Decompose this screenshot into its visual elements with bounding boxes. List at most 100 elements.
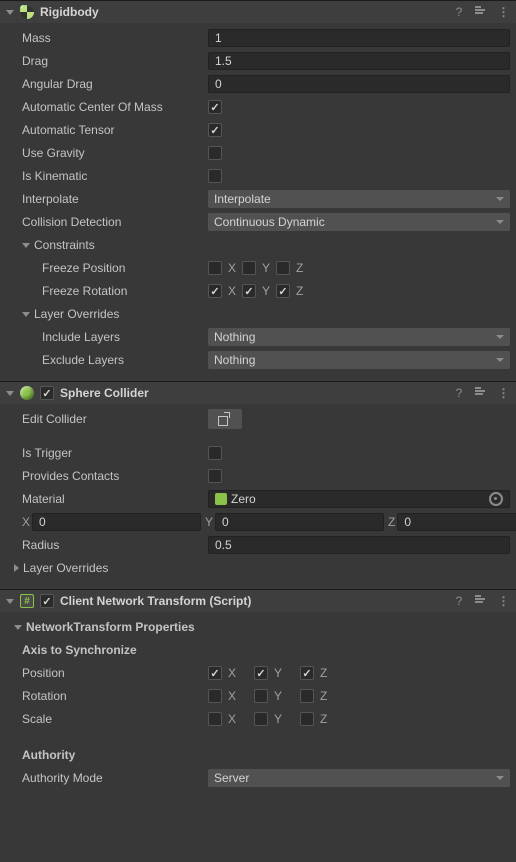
component-title: Rigidbody	[40, 5, 446, 19]
radius-label: Radius	[6, 538, 208, 552]
freeze-rot-y-checkbox[interactable]	[242, 284, 256, 298]
constraints-group[interactable]: Constraints	[6, 238, 208, 252]
rigidbody-body: Mass Drag Angular Drag Automatic Center …	[0, 23, 516, 381]
fold-icon	[14, 625, 22, 630]
drag-label: Drag	[6, 54, 208, 68]
rot-x-checkbox[interactable]	[208, 689, 222, 703]
context-menu-icon[interactable]: ⋮	[496, 386, 510, 400]
client-network-transform-header[interactable]: Client Network Transform (Script) ? ⋮	[0, 590, 516, 612]
fold-icon[interactable]	[6, 391, 14, 396]
component-enabled-checkbox[interactable]	[40, 386, 54, 400]
fold-icon[interactable]	[6, 10, 14, 15]
authority-mode-label: Authority Mode	[6, 771, 208, 785]
is-kinematic-label: Is Kinematic	[6, 169, 208, 183]
freeze-rot-z-checkbox[interactable]	[276, 284, 290, 298]
is-trigger-label: Is Trigger	[6, 446, 208, 460]
client-network-transform-body: NetworkTransform Properties Axis to Sync…	[0, 612, 516, 799]
freeze-pos-y-checkbox[interactable]	[242, 261, 256, 275]
include-layers-dropdown[interactable]: Nothing	[208, 328, 510, 346]
collision-detection-label: Collision Detection	[6, 215, 208, 229]
axis-sync-header: Axis to Synchronize	[6, 643, 208, 657]
network-transform-props-group[interactable]: NetworkTransform Properties	[6, 620, 208, 634]
component-enabled-checkbox[interactable]	[40, 594, 54, 608]
fold-icon	[22, 312, 30, 317]
scale-label: Scale	[6, 712, 208, 726]
interpolate-label: Interpolate	[6, 192, 208, 206]
auto-center-mass-checkbox[interactable]	[208, 100, 222, 114]
authority-header: Authority	[6, 748, 208, 762]
sphere-collider-icon	[20, 386, 34, 400]
sphere-collider-component: Sphere Collider ? ⋮ Edit Collider Is Tri…	[0, 381, 516, 589]
authority-mode-dropdown[interactable]: Server	[208, 769, 510, 787]
presets-icon[interactable]	[474, 5, 488, 19]
presets-icon[interactable]	[474, 386, 488, 400]
include-layers-label: Include Layers	[6, 330, 208, 344]
script-icon	[20, 594, 34, 608]
exclude-layers-dropdown[interactable]: Nothing	[208, 351, 510, 369]
drag-input[interactable]	[208, 52, 510, 70]
sphere-collider-header[interactable]: Sphere Collider ? ⋮	[0, 382, 516, 404]
is-kinematic-checkbox[interactable]	[208, 169, 222, 183]
auto-tensor-checkbox[interactable]	[208, 123, 222, 137]
scale-x-checkbox[interactable]	[208, 712, 222, 726]
position-label: Position	[6, 666, 208, 680]
provides-contacts-checkbox[interactable]	[208, 469, 222, 483]
component-title: Client Network Transform (Script)	[60, 594, 446, 608]
client-network-transform-component: Client Network Transform (Script) ? ⋮ Ne…	[0, 589, 516, 799]
rot-z-checkbox[interactable]	[300, 689, 314, 703]
use-gravity-label: Use Gravity	[6, 146, 208, 160]
edit-collider-button[interactable]	[208, 409, 242, 429]
physics-material-icon	[215, 493, 227, 505]
center-x-input[interactable]	[32, 513, 201, 531]
scale-z-checkbox[interactable]	[300, 712, 314, 726]
scale-y-checkbox[interactable]	[254, 712, 268, 726]
center-y-input[interactable]	[215, 513, 384, 531]
mass-label: Mass	[6, 31, 208, 45]
sphere-collider-body: Edit Collider Is Trigger Provides Contac…	[0, 404, 516, 589]
edit-collider-icon	[218, 412, 232, 426]
center-label: Center	[6, 515, 22, 529]
fold-icon[interactable]	[6, 599, 14, 604]
freeze-pos-x-checkbox[interactable]	[208, 261, 222, 275]
rot-y-checkbox[interactable]	[254, 689, 268, 703]
exclude-layers-label: Exclude Layers	[6, 353, 208, 367]
radius-input[interactable]	[208, 536, 510, 554]
fold-icon	[22, 243, 30, 248]
center-z-input[interactable]	[397, 513, 516, 531]
help-icon[interactable]: ?	[452, 386, 466, 400]
freeze-position-label: Freeze Position	[6, 261, 208, 275]
rigidbody-component: Rigidbody ? ⋮ Mass Drag Angular Drag Aut…	[0, 0, 516, 381]
layer-overrides-group[interactable]: Layer Overrides	[6, 561, 208, 575]
use-gravity-checkbox[interactable]	[208, 146, 222, 160]
freeze-rotation-label: Freeze Rotation	[6, 284, 208, 298]
pos-x-checkbox[interactable]	[208, 666, 222, 680]
freeze-rot-x-checkbox[interactable]	[208, 284, 222, 298]
auto-center-mass-label: Automatic Center Of Mass	[6, 100, 208, 114]
pos-z-checkbox[interactable]	[300, 666, 314, 680]
context-menu-icon[interactable]: ⋮	[496, 5, 510, 19]
angular-drag-label: Angular Drag	[6, 77, 208, 91]
is-trigger-checkbox[interactable]	[208, 446, 222, 460]
mass-input[interactable]	[208, 29, 510, 47]
rotation-label: Rotation	[6, 689, 208, 703]
pos-y-checkbox[interactable]	[254, 666, 268, 680]
context-menu-icon[interactable]: ⋮	[496, 594, 510, 608]
rigidbody-icon	[20, 5, 34, 19]
edit-collider-label: Edit Collider	[6, 412, 208, 426]
help-icon[interactable]: ?	[452, 594, 466, 608]
collision-detection-dropdown[interactable]: Continuous Dynamic	[208, 213, 510, 231]
help-icon[interactable]: ?	[452, 5, 466, 19]
fold-icon	[14, 564, 19, 572]
object-picker-icon[interactable]	[489, 492, 503, 506]
interpolate-dropdown[interactable]: Interpolate	[208, 190, 510, 208]
component-title: Sphere Collider	[60, 386, 446, 400]
freeze-pos-z-checkbox[interactable]	[276, 261, 290, 275]
layer-overrides-group[interactable]: Layer Overrides	[6, 307, 208, 321]
provides-contacts-label: Provides Contacts	[6, 469, 208, 483]
material-label: Material	[6, 492, 208, 506]
angular-drag-input[interactable]	[208, 75, 510, 93]
material-field[interactable]: Zero	[208, 490, 510, 508]
presets-icon[interactable]	[474, 594, 488, 608]
rigidbody-header[interactable]: Rigidbody ? ⋮	[0, 1, 516, 23]
auto-tensor-label: Automatic Tensor	[6, 123, 208, 137]
